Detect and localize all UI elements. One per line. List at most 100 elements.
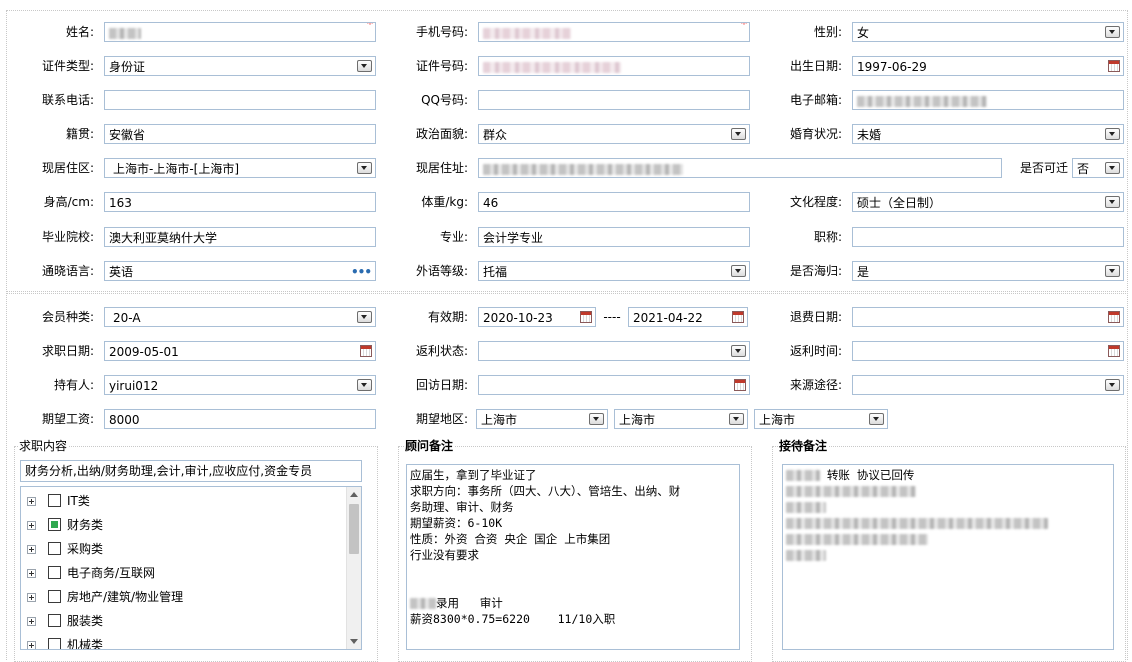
native-place-input[interactable]: 安徽省 [104, 124, 376, 144]
region-city-select[interactable]: 上海市 [614, 409, 748, 429]
expand-icon[interactable] [27, 617, 36, 626]
checkbox[interactable] [48, 518, 61, 531]
revisit-date-input[interactable] [478, 375, 750, 395]
lang-level-select[interactable]: 托福 [478, 261, 750, 281]
expand-icon[interactable] [27, 545, 36, 554]
major-input[interactable]: 会计学专业 [478, 227, 750, 247]
id-type-select[interactable]: 身份证 [104, 56, 376, 76]
tree-item-purchasing[interactable]: 采购类 [21, 539, 347, 559]
marital-select[interactable]: 未婚 [852, 124, 1124, 144]
valid-to-input[interactable]: 2021-04-22 [628, 307, 748, 327]
region-district-select[interactable]: 上海市 [754, 409, 888, 429]
returnee-select[interactable]: 是 [852, 261, 1124, 281]
tree-item-real-estate[interactable]: 房地产/建筑/物业管理 [21, 587, 347, 607]
gender-select[interactable]: 女 [852, 22, 1124, 42]
id-type-label: 证件类型: [41, 59, 94, 73]
holder-select[interactable]: yirui012 [104, 375, 376, 395]
checkbox[interactable] [48, 494, 61, 507]
calendar-icon[interactable] [580, 311, 592, 323]
calendar-icon[interactable] [1108, 311, 1120, 323]
tree-item-machinery[interactable]: 机械类 [21, 635, 347, 649]
calendar-icon[interactable] [360, 345, 372, 357]
chevron-down-icon[interactable] [1105, 26, 1120, 38]
revisit-date-label: 回访日期: [415, 378, 468, 392]
chevron-down-icon[interactable] [589, 413, 604, 425]
chevron-down-icon[interactable] [1105, 379, 1120, 391]
relocate-select[interactable]: 否 [1072, 158, 1124, 178]
refund-date-input[interactable] [852, 307, 1124, 327]
expand-icon[interactable] [27, 569, 36, 578]
expand-icon[interactable] [27, 641, 36, 649]
checkbox[interactable] [48, 566, 61, 579]
chevron-down-icon[interactable] [731, 128, 746, 140]
reception-notes-textarea[interactable]: 转账 协议已回传 [782, 464, 1114, 650]
chevron-down-icon[interactable] [1105, 196, 1120, 208]
scroll-down-icon[interactable] [350, 639, 358, 644]
expand-icon[interactable] [27, 593, 36, 602]
calendar-icon[interactable] [732, 311, 744, 323]
expand-icon[interactable] [27, 521, 36, 530]
checkbox[interactable] [48, 638, 61, 649]
required-marker: * [741, 22, 747, 31]
masked-mobile [483, 28, 571, 39]
education-select[interactable]: 硕士（全日制） [852, 192, 1124, 212]
calendar-icon[interactable] [1108, 60, 1120, 72]
region-province-select[interactable]: 上海市 [476, 409, 608, 429]
checkbox[interactable] [48, 614, 61, 627]
chevron-down-icon[interactable] [1105, 128, 1120, 140]
residence-area-select[interactable]: 上海市-上海市-[上海市] [104, 158, 376, 178]
rebate-time-input[interactable] [852, 341, 1124, 361]
name-input[interactable]: * [104, 22, 376, 42]
residence-area-label: 现居住区: [41, 161, 94, 175]
tree-item-apparel[interactable]: 服装类 [21, 611, 347, 631]
political-select[interactable]: 群众 [478, 124, 750, 144]
scroll-up-icon[interactable] [350, 492, 358, 497]
title-input[interactable] [852, 227, 1124, 247]
valid-from-input[interactable]: 2020-10-23 [478, 307, 596, 327]
calendar-icon[interactable] [1108, 345, 1120, 357]
expected-region-label: 期望地区: [415, 412, 468, 426]
chevron-down-icon[interactable] [731, 345, 746, 357]
qq-input[interactable] [478, 90, 750, 110]
chevron-down-icon[interactable] [731, 265, 746, 277]
expand-icon[interactable] [27, 497, 36, 506]
job-content-summary[interactable]: 财务分析,出纳/财务助理,会计,审计,应收应付,资金专员 [20, 460, 362, 482]
chevron-down-icon[interactable] [357, 311, 372, 323]
scroll-thumb[interactable] [349, 504, 359, 554]
id-number-input[interactable] [478, 56, 750, 76]
chevron-down-icon[interactable] [357, 379, 372, 391]
chevron-down-icon[interactable] [1105, 265, 1120, 277]
mobile-input[interactable]: * [478, 22, 750, 42]
job-category-tree[interactable]: IT类 财务类 采购类 电子商务/互联网 房地产/建筑/物业管理 服装类 机械类 [20, 486, 362, 650]
calendar-icon[interactable] [734, 379, 746, 391]
chevron-down-icon[interactable] [869, 413, 884, 425]
expected-salary-input[interactable]: 8000 [104, 409, 376, 429]
checkbox[interactable] [48, 590, 61, 603]
languages-input[interactable]: 英语 ••• [104, 261, 376, 281]
residence-address-input[interactable] [478, 158, 1002, 178]
tree-item-it[interactable]: IT类 [21, 491, 347, 511]
source-select[interactable] [852, 375, 1124, 395]
chevron-down-icon[interactable] [729, 413, 744, 425]
school-input[interactable]: 澳大利亚莫纳什大学 [104, 227, 376, 247]
chevron-down-icon[interactable] [1105, 162, 1120, 174]
phone-input[interactable] [104, 90, 376, 110]
job-date-input[interactable]: 2009-05-01 [104, 341, 376, 361]
height-input[interactable]: 163 [104, 192, 376, 212]
consultant-notes-textarea[interactable]: 应届生，拿到了毕业证了 求职方向：事务所（四大、八大）、管培生、出纳、财 务助理、审… [406, 464, 740, 650]
email-input[interactable] [852, 90, 1124, 110]
source-label: 来源途径: [789, 378, 842, 392]
more-options-icon[interactable]: ••• [351, 262, 372, 280]
tree-item-ecommerce[interactable]: 电子商务/互联网 [21, 563, 347, 583]
member-type-select[interactable]: 20-A [104, 307, 376, 327]
weight-input[interactable]: 46 [478, 192, 750, 212]
chevron-down-icon[interactable] [357, 60, 372, 72]
rebate-status-select[interactable] [478, 341, 750, 361]
languages-label: 通晓语言: [41, 264, 94, 278]
tree-scrollbar[interactable] [346, 487, 361, 649]
chevron-down-icon[interactable] [357, 162, 372, 174]
birth-date-input[interactable]: 1997-06-29 [852, 56, 1124, 76]
tree-item-finance[interactable]: 财务类 [21, 515, 347, 535]
checkbox[interactable] [48, 542, 61, 555]
returnee-label: 是否海归: [789, 264, 842, 278]
